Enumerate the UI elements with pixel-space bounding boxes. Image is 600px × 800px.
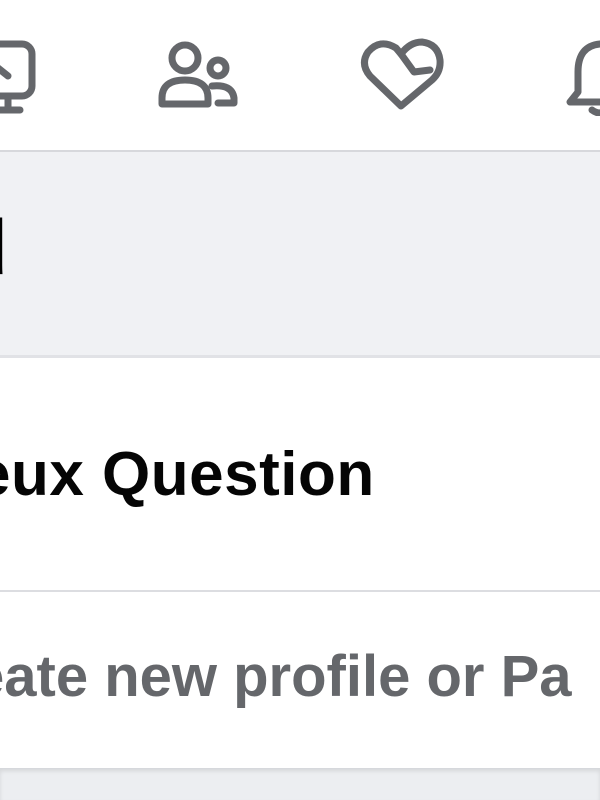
bell-icon[interactable] [560,36,600,116]
menu-page: d eux Question eate new profile or Pa [0,0,600,800]
dating-heart-icon[interactable] [356,36,446,116]
top-navigation-bar [0,0,600,152]
monitor-icon[interactable] [0,36,52,116]
friends-icon[interactable] [152,36,242,116]
create-profile-label: eate new profile or Pa [0,644,572,709]
create-profile-item[interactable]: eate new profile or Pa [0,592,600,768]
band-partial-text: d [0,208,8,286]
profile-name: eux Question [0,440,375,509]
bottom-section-edge [0,768,600,800]
header-band: d [0,152,600,358]
profile-item[interactable]: eux Question [0,358,600,590]
